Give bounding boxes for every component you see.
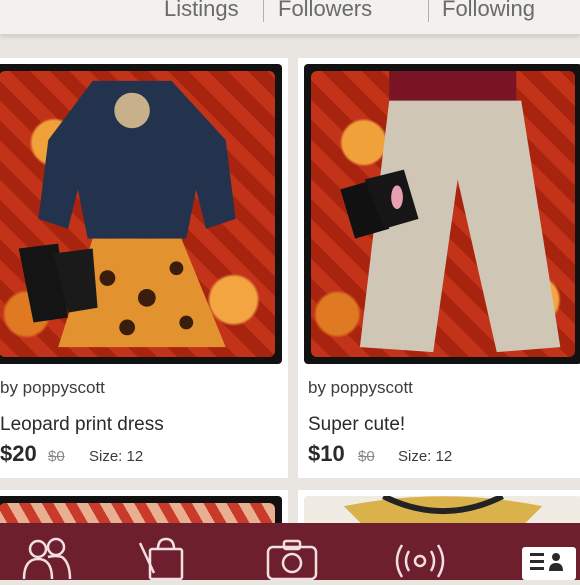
listing-size: Size: 12: [89, 448, 144, 465]
pants-image: [340, 71, 561, 353]
stats-divider: [428, 0, 429, 22]
followers-tab[interactable]: Followers: [278, 0, 372, 22]
listing-photo[interactable]: [0, 64, 282, 364]
following-tab[interactable]: Following: [442, 0, 535, 22]
members-icon[interactable]: [18, 533, 78, 580]
profile-stats-bar: Listings Followers Following: [0, 0, 580, 35]
listings-tab[interactable]: Listings: [164, 0, 239, 22]
camera-icon[interactable]: [262, 533, 322, 580]
shopping-bag-icon[interactable]: [132, 533, 192, 580]
jacket-dress-image: [18, 80, 236, 348]
profile-list-icon[interactable]: [522, 547, 576, 580]
stats-divider: [263, 0, 264, 22]
listing-title: Leopard print dress: [0, 414, 164, 435]
listing-price: $20: [0, 441, 37, 466]
listing-size: Size: 12: [398, 448, 453, 465]
listing-card[interactable]: by poppyscott Leopard print dress $20 $0…: [0, 58, 288, 478]
listing-seller[interactable]: by poppyscott: [0, 378, 105, 398]
listing-title: Super cute!: [308, 414, 406, 435]
listing-original-price: $0: [48, 448, 65, 465]
listing-price: $10: [308, 441, 345, 466]
listing-seller[interactable]: by poppyscott: [308, 378, 413, 398]
listing-original-price: $0: [358, 448, 375, 465]
bottom-navigation: [0, 523, 580, 580]
listing-card[interactable]: by poppyscott Super cute! $10 $0 Size: 1…: [298, 58, 580, 478]
listing-photo[interactable]: [304, 64, 580, 364]
broadcast-icon[interactable]: [390, 533, 450, 580]
